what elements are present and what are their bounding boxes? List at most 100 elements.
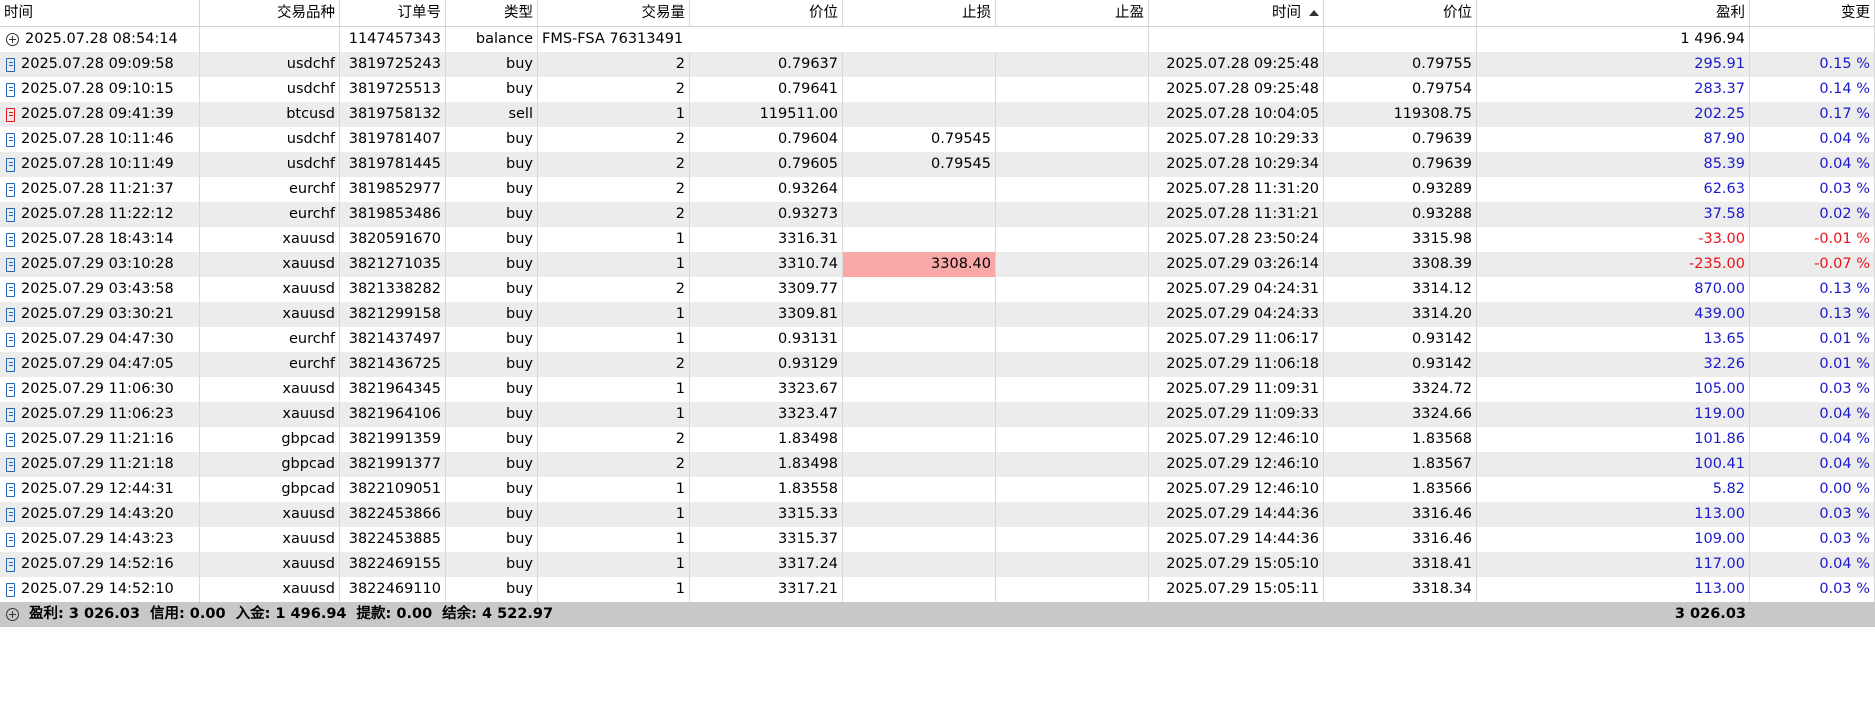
cell-type: buy <box>446 452 538 477</box>
cell-time: 2025.07.29 11:06:30 <box>0 377 200 402</box>
cell-type: buy <box>446 277 538 302</box>
cell-tp <box>996 302 1149 327</box>
balance-comment: FMS-FSA 76313491 <box>538 27 1149 52</box>
cell-sl <box>843 227 996 252</box>
cell-price: 3316.31 <box>690 227 843 252</box>
cell-volume: 1 <box>538 327 690 352</box>
cell-symbol: gbpcad <box>200 427 340 452</box>
cell-order: 3821991377 <box>340 452 446 477</box>
cell-close-time: 2025.07.29 03:26:14 <box>1149 252 1324 277</box>
col-header-close-time[interactable]: 时间 <box>1149 0 1324 27</box>
cell-order: 3822453866 <box>340 502 446 527</box>
cell-tp <box>996 502 1149 527</box>
col-header-symbol[interactable]: 交易品种 <box>200 0 340 27</box>
cell-symbol: xauusd <box>200 552 340 577</box>
buy-deal-icon <box>6 207 15 222</box>
balance-change <box>1750 27 1875 52</box>
buy-deal-icon <box>6 232 15 247</box>
buy-deal-icon <box>6 532 15 547</box>
cell-close-price: 3314.12 <box>1324 277 1477 302</box>
cell-profit: 87.90 <box>1477 127 1750 152</box>
col-header-sl[interactable]: 止损 <box>843 0 996 27</box>
cell-time: 2025.07.28 18:43:14 <box>0 227 200 252</box>
cell-symbol: xauusd <box>200 302 340 327</box>
cell-profit: 113.00 <box>1477 502 1750 527</box>
cell-order: 3821991359 <box>340 427 446 452</box>
buy-deal-icon <box>6 132 15 147</box>
cell-change: 0.01 % <box>1750 352 1875 377</box>
cell-volume: 1 <box>538 252 690 277</box>
history-table: 时间 交易品种 订单号 类型 交易量 价位 止损 止盈 时间 价位 盈利 变更 … <box>0 0 1875 627</box>
cell-price: 0.93129 <box>690 352 843 377</box>
buy-deal-icon <box>6 557 15 572</box>
cell-time-text: 2025.07.28 09:41:39 <box>21 106 174 122</box>
cell-change: 0.13 % <box>1750 302 1875 327</box>
cell-order: 3822469110 <box>340 577 446 602</box>
cell-type: buy <box>446 202 538 227</box>
cell-volume: 1 <box>538 102 690 127</box>
cell-price: 1.83498 <box>690 452 843 477</box>
plus-circle-icon <box>6 33 19 46</box>
cell-close-time: 2025.07.29 11:09:31 <box>1149 377 1324 402</box>
cell-symbol: xauusd <box>200 252 340 277</box>
cell-sl <box>843 552 996 577</box>
cell-price: 0.79604 <box>690 127 843 152</box>
cell-change: 0.14 % <box>1750 77 1875 102</box>
cell-sl <box>843 277 996 302</box>
cell-tp <box>996 527 1149 552</box>
cell-order: 3819725243 <box>340 52 446 77</box>
cell-price: 1.83498 <box>690 427 843 452</box>
cell-change: 0.04 % <box>1750 452 1875 477</box>
cell-tp <box>996 277 1149 302</box>
col-header-tp[interactable]: 止盈 <box>996 0 1149 27</box>
cell-volume: 2 <box>538 452 690 477</box>
cell-time: 2025.07.29 11:06:23 <box>0 402 200 427</box>
cell-change: 0.03 % <box>1750 377 1875 402</box>
cell-volume: 1 <box>538 302 690 327</box>
cell-volume: 1 <box>538 402 690 427</box>
cell-type: buy <box>446 477 538 502</box>
cell-close-time: 2025.07.28 09:25:48 <box>1149 52 1324 77</box>
cell-time: 2025.07.29 11:21:16 <box>0 427 200 452</box>
col-header-change[interactable]: 变更 <box>1750 0 1875 27</box>
cell-profit: 109.00 <box>1477 527 1750 552</box>
buy-deal-icon <box>6 482 15 497</box>
col-header-volume[interactable]: 交易量 <box>538 0 690 27</box>
cell-price: 0.79605 <box>690 152 843 177</box>
cell-order: 3819725513 <box>340 77 446 102</box>
cell-time-text: 2025.07.29 04:47:30 <box>21 331 174 347</box>
cell-symbol: eurchf <box>200 352 340 377</box>
col-header-profit[interactable]: 盈利 <box>1477 0 1750 27</box>
col-header-order[interactable]: 订单号 <box>340 0 446 27</box>
cell-time-text: 2025.07.28 10:11:49 <box>21 156 174 172</box>
col-header-type[interactable]: 类型 <box>446 0 538 27</box>
cell-time-text: 2025.07.29 11:06:30 <box>21 381 174 397</box>
cell-profit: 105.00 <box>1477 377 1750 402</box>
cell-price: 0.93273 <box>690 202 843 227</box>
cell-close-price: 0.93289 <box>1324 177 1477 202</box>
cell-close-time: 2025.07.29 14:44:36 <box>1149 527 1324 552</box>
cell-type: buy <box>446 377 538 402</box>
cell-symbol: xauusd <box>200 277 340 302</box>
cell-symbol: xauusd <box>200 377 340 402</box>
cell-type: buy <box>446 502 538 527</box>
cell-tp <box>996 52 1149 77</box>
cell-sl: 3308.40 <box>843 252 996 277</box>
col-header-time[interactable]: 时间 <box>0 0 200 27</box>
cell-price: 3315.33 <box>690 502 843 527</box>
buy-deal-icon <box>6 507 15 522</box>
balance-time-cell: 2025.07.28 08:54:14 <box>0 27 200 52</box>
cell-volume: 2 <box>538 152 690 177</box>
cell-time: 2025.07.28 09:41:39 <box>0 102 200 127</box>
cell-close-time: 2025.07.28 10:04:05 <box>1149 102 1324 127</box>
cell-tp <box>996 427 1149 452</box>
col-header-close-price[interactable]: 价位 <box>1324 0 1477 27</box>
cell-volume: 2 <box>538 202 690 227</box>
cell-symbol: xauusd <box>200 227 340 252</box>
cell-close-price: 0.79639 <box>1324 127 1477 152</box>
cell-price: 3323.47 <box>690 402 843 427</box>
col-header-price[interactable]: 价位 <box>690 0 843 27</box>
cell-time: 2025.07.29 14:52:10 <box>0 577 200 602</box>
cell-profit: 870.00 <box>1477 277 1750 302</box>
cell-order: 3821436725 <box>340 352 446 377</box>
